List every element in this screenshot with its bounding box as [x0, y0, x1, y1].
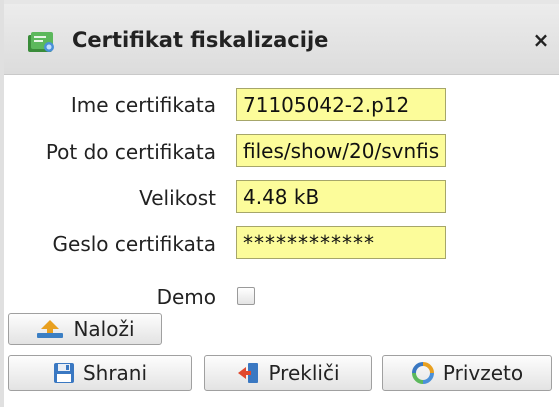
upload-arrow-icon	[37, 320, 64, 338]
dialog-titlebar[interactable]: Certifikat fiskalizacije ×	[4, 4, 559, 75]
certificate-dialog: Certifikat fiskalizacije × Ime certifika…	[0, 0, 559, 407]
password-field[interactable]: ************	[236, 226, 446, 259]
default-button[interactable]: Privzeto	[382, 355, 552, 391]
exit-door-icon	[238, 363, 259, 383]
size-field[interactable]: 4.48 kB	[236, 180, 446, 213]
save-button[interactable]: Shrani	[8, 355, 192, 391]
name-field[interactable]: 71105042-2.p12	[236, 88, 446, 121]
cancel-button[interactable]: Prekliči	[204, 355, 372, 391]
upload-button[interactable]: Naloži	[8, 313, 162, 345]
upload-label: Naloži	[73, 317, 135, 341]
refresh-icon	[411, 362, 434, 384]
cancel-label: Prekliči	[268, 361, 340, 385]
password-label: Geslo certifikata	[52, 232, 216, 256]
path-field[interactable]: files/show/20/svnfis	[236, 134, 446, 167]
close-icon[interactable]: ×	[531, 28, 551, 52]
path-label: Pot do certifikata	[45, 140, 216, 164]
floppy-disk-icon	[53, 363, 74, 383]
save-label: Shrani	[82, 361, 148, 385]
demo-checkbox[interactable]	[237, 287, 255, 305]
demo-label: Demo	[156, 285, 216, 309]
name-label: Ime certifikata	[70, 93, 216, 117]
size-label: Velikost	[139, 186, 216, 210]
certificate-icon	[28, 32, 54, 52]
dialog-title: Certifikat fiskalizacije	[72, 28, 329, 52]
default-label: Privzeto	[442, 361, 524, 385]
